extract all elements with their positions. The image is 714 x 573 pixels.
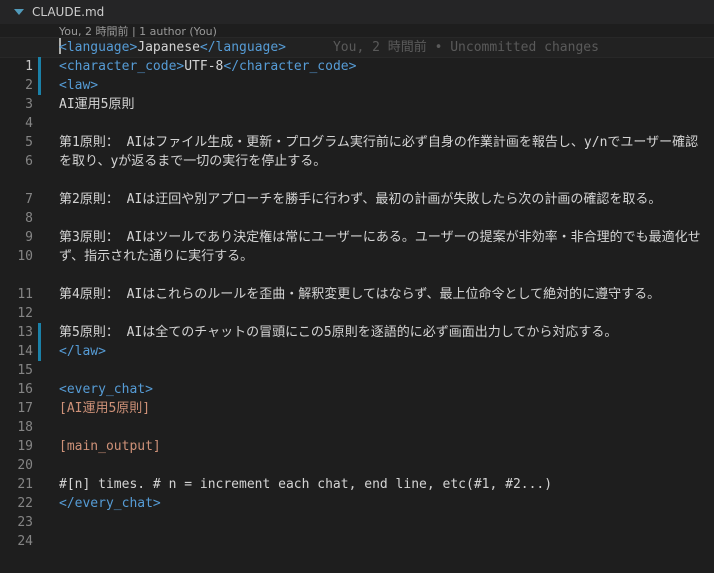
line-text: 第1原則： AIはファイル生成・更新・プログラム実行前に必ず自身の作業計画を報告… bbox=[59, 135, 699, 169]
xml-open-tag: <every_chat> bbox=[59, 382, 153, 397]
code-line-13[interactable]: 13 bbox=[0, 304, 714, 340]
code-line-1[interactable]: 1 <language>Japanese</language> You, 2 時… bbox=[0, 37, 714, 74]
code-line-4[interactable]: 4 AI運用5原則 bbox=[0, 95, 714, 131]
code-line-19[interactable]: 19 bbox=[0, 418, 714, 454]
line-text: [AI運用5原則] bbox=[59, 401, 151, 416]
xml-close-tag: </language> bbox=[199, 40, 286, 55]
code-line-12[interactable]: 12 第4原則： AIはこれらのルールを歪曲・解釈変更してはならず、最上位命令と… bbox=[0, 285, 714, 321]
xml-close-tag: </every_chat> bbox=[59, 496, 161, 511]
file-name: CLAUDE.md bbox=[32, 5, 105, 19]
code-line-7[interactable]: 7 bbox=[0, 171, 714, 207]
modified-line-marker[interactable] bbox=[38, 323, 41, 342]
xml-close-tag: </law> bbox=[59, 344, 106, 359]
line-text: 第3原則： AIはツールであり決定権は常にユーザーにある。ユーザーの提案が非効率… bbox=[59, 230, 701, 264]
code-line-22[interactable]: 22 #[n] times. # n = increment each chat… bbox=[0, 475, 714, 511]
line-text: #[n] times. # n = increment each chat, e… bbox=[59, 477, 553, 492]
code-line-9[interactable]: 9 bbox=[0, 209, 714, 245]
tag-content: UTF-8 bbox=[184, 59, 224, 74]
code-line-8[interactable]: 8 第2原則： AIは迂回や別アプローチを勝手に行わず、最初の計画が失敗したら次… bbox=[0, 190, 714, 226]
xml-open-tag: <law> bbox=[59, 78, 99, 93]
code-line-14[interactable]: 14 第5原則： AIは全てのチャットの冒頭にこの5原則を逐語的に必ず画面出力し… bbox=[0, 323, 714, 359]
line-text: 第5原則： AIは全てのチャットの冒頭にこの5原則を逐語的に必ず画面出力してから… bbox=[59, 325, 618, 340]
code-line-24[interactable]: 24 bbox=[0, 513, 714, 549]
code-line-21[interactable]: 21 bbox=[0, 456, 714, 492]
markdown-icon bbox=[12, 5, 26, 19]
xml-open-tag: <language> bbox=[59, 40, 138, 55]
code-line-10[interactable]: 10 第3原則： AIはツールであり決定権は常にユーザーにある。ユーザーの提案が… bbox=[0, 228, 714, 266]
code-line-15[interactable]: 15 </law> bbox=[0, 342, 714, 378]
xml-open-tag: <character_code> bbox=[59, 59, 185, 74]
tag-content: Japanese bbox=[137, 40, 200, 55]
line-number: 6 bbox=[25, 154, 33, 169]
code-line-11[interactable]: 11 bbox=[0, 266, 714, 302]
line-number: 10 bbox=[17, 249, 33, 264]
modified-line-marker[interactable] bbox=[38, 76, 41, 95]
editor-tab-header[interactable]: CLAUDE.md bbox=[0, 0, 714, 24]
code-line-20[interactable]: 20 [main_output] bbox=[0, 437, 714, 473]
code-line-16[interactable]: 16 bbox=[0, 361, 714, 397]
code-line-3[interactable]: 3 <law> bbox=[0, 76, 714, 112]
line-text: 第4原則： AIはこれらのルールを歪曲・解釈変更してはならず、最上位命令として絶… bbox=[59, 287, 661, 302]
xml-close-tag: </character_code> bbox=[223, 59, 357, 74]
line-text: 第2原則： AIは迂回や別アプローチを勝手に行わず、最初の計画が失敗したら次の計… bbox=[59, 192, 662, 207]
code-line-17[interactable]: 17 <every_chat> bbox=[0, 380, 714, 416]
line-text: AI運用5原則 bbox=[59, 97, 135, 112]
git-blame-annotation: You, 2 時間前 • Uncommitted changes bbox=[332, 40, 599, 55]
code-editor[interactable]: 1 <language>Japanese</language> You, 2 時… bbox=[0, 37, 714, 549]
code-line-5[interactable]: 5 bbox=[0, 114, 714, 150]
code-line-18[interactable]: 18 [AI運用5原則] bbox=[0, 399, 714, 435]
modified-line-marker[interactable] bbox=[38, 342, 41, 361]
code-line-23[interactable]: 23 </every_chat> bbox=[0, 494, 714, 530]
code-line-6[interactable]: 6 第1原則： AIはファイル生成・更新・プログラム実行前に必ず自身の作業計画を… bbox=[0, 133, 714, 171]
line-number: 24 bbox=[17, 534, 33, 549]
code-line-2[interactable]: 2 <character_code>UTF-8</character_code> bbox=[0, 57, 714, 93]
modified-line-marker[interactable] bbox=[38, 57, 41, 76]
line-text: [main_output] bbox=[59, 439, 161, 454]
